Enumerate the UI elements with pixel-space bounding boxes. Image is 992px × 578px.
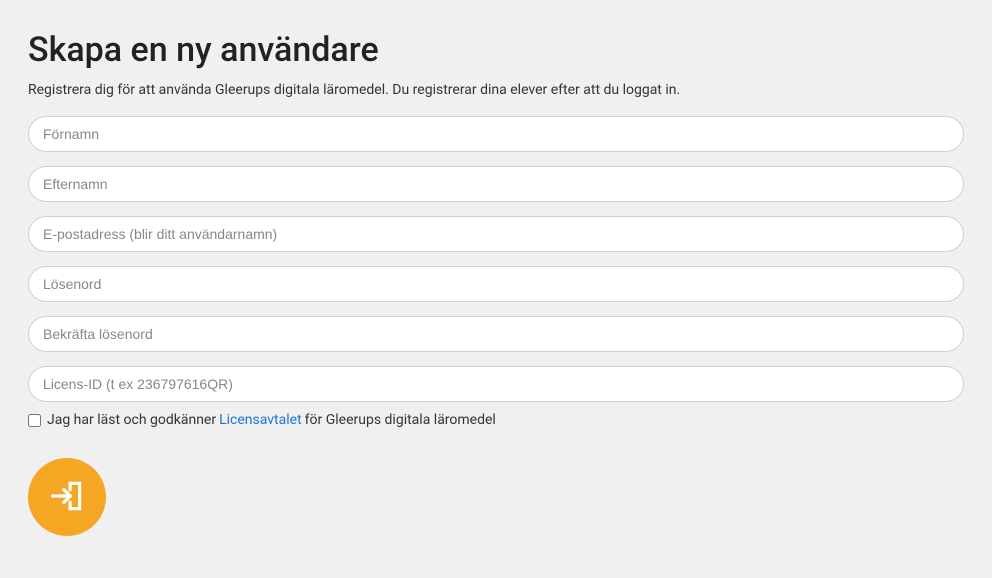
agreement-prefix: Jag har läst och godkänner bbox=[47, 412, 216, 428]
submit-button[interactable] bbox=[28, 458, 106, 536]
agreement-suffix: för Gleerups digitala läromedel bbox=[305, 412, 496, 428]
license-agreement-link[interactable]: Licensavtalet bbox=[219, 412, 302, 428]
login-arrow-icon bbox=[48, 477, 86, 518]
firstname-input[interactable] bbox=[28, 116, 964, 152]
email-input[interactable] bbox=[28, 216, 964, 252]
agreement-checkbox[interactable] bbox=[28, 414, 41, 427]
agreement-row: Jag har läst och godkänner Licensavtalet… bbox=[28, 412, 964, 428]
lastname-input[interactable] bbox=[28, 166, 964, 202]
page-subtitle: Registrera dig för att använda Gleerups … bbox=[28, 82, 964, 98]
confirm-password-input[interactable] bbox=[28, 316, 964, 352]
page-title: Skapa en ny användare bbox=[28, 30, 964, 70]
password-input[interactable] bbox=[28, 266, 964, 302]
license-id-input[interactable] bbox=[28, 366, 964, 402]
